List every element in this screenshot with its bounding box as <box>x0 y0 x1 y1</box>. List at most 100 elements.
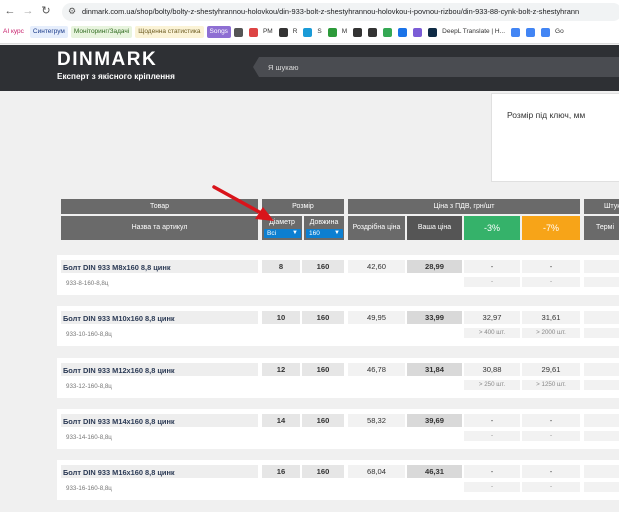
term-cell <box>584 277 619 287</box>
term-cell <box>584 431 619 441</box>
diameter-cell: 16 <box>262 465 300 478</box>
bookmark-favicon-icon[interactable] <box>383 27 393 37</box>
header-discount-3: -3% <box>464 216 520 240</box>
browser-chrome: ← → ↻ ⚙ dinmark.com.ua/shop/bolty/bolty-… <box>0 0 619 44</box>
bookmark-favicon-icon[interactable] <box>398 27 408 37</box>
length-cell: 160 <box>302 414 344 427</box>
forward-icon[interactable]: → <box>21 4 35 18</box>
discount-7-qty-note: - <box>522 431 580 441</box>
discount-3-qty-note: > 250 шт. <box>464 380 520 390</box>
bookmark-item[interactable]: Go <box>552 26 567 38</box>
product-name-link[interactable]: Болт DIN 933 M10x160 8,8 цинк <box>63 314 175 323</box>
header-price-vat: Ціна з ПДВ, грн/шт <box>348 199 580 214</box>
site-logo[interactable]: DINMARK <box>57 49 157 71</box>
bookmark-favicon-icon[interactable] <box>327 27 337 37</box>
length-select[interactable]: 160 ▼ <box>306 229 343 238</box>
bookmark-favicon-icon[interactable] <box>541 27 551 37</box>
bookmark-favicon-icon[interactable] <box>428 27 438 37</box>
pieces-input[interactable] <box>584 363 619 376</box>
site-info-icon[interactable]: ⚙ <box>68 6 80 18</box>
bookmark-item[interactable]: Щоденна статистика <box>135 26 204 38</box>
chevron-down-icon: ▼ <box>292 230 298 236</box>
tooltip-text: Розмір під ключ, мм <box>507 110 586 120</box>
pieces-input[interactable] <box>584 311 619 324</box>
header-discount-7: -7% <box>522 216 580 240</box>
product-code: 933-12-160-8,8ц <box>66 383 112 390</box>
header-product-sub: Назва та артикул <box>61 216 258 240</box>
bookmark-item[interactable]: Songs <box>206 26 231 38</box>
url-text: dinmark.com.ua/shop/bolty/bolty-z-shesty… <box>82 7 580 16</box>
length-cell: 160 <box>302 363 344 376</box>
discount-7-price-cell: 31,61 <box>522 311 580 324</box>
product-name-link[interactable]: Болт DIN 933 M14x160 8,8 цинк <box>63 417 175 426</box>
bookmark-favicon-icon[interactable] <box>248 27 258 37</box>
bookmark-favicon-icon[interactable] <box>233 27 243 37</box>
bookmarks-bar: AI курс Синтегрум Моніторинг/Задачі Щоденна… <box>0 26 619 40</box>
bookmark-favicon-icon[interactable] <box>303 27 313 37</box>
bookmark-item[interactable]: AI курс <box>0 26 27 38</box>
pieces-input[interactable] <box>584 414 619 427</box>
chevron-down-icon: ▼ <box>334 230 340 236</box>
your-price-cell: 39,69 <box>407 414 462 427</box>
retail-price-cell: 68,04 <box>348 465 405 478</box>
retail-price-cell: 58,32 <box>348 414 405 427</box>
reload-icon[interactable]: ↻ <box>39 4 53 18</box>
discount-3-qty-note: - <box>464 277 520 287</box>
discount-7-price-cell: - <box>522 414 580 427</box>
bookmark-item[interactable]: PM <box>260 26 276 38</box>
diameter-cell: 8 <box>262 260 300 273</box>
search-placeholder: Я шукаю <box>268 63 299 72</box>
bookmark-item[interactable]: DeepL Translate | H... <box>439 26 508 38</box>
diameter-select[interactable]: Всі ▼ <box>264 229 301 238</box>
product-code: 933-8-160-8,8ц <box>66 280 109 287</box>
header-size: Розмір <box>262 199 344 214</box>
length-cell: 160 <box>302 465 344 478</box>
term-cell <box>584 482 619 492</box>
bookmark-favicon-icon[interactable] <box>526 27 536 37</box>
size-tooltip: Розмір під ключ, мм <box>491 93 619 182</box>
product-name-link[interactable]: Болт DIN 933 M12x160 8,8 цинк <box>63 366 175 375</box>
discount-3-qty-note: - <box>464 482 520 492</box>
discount-3-qty-note: > 400 шт. <box>464 328 520 338</box>
address-row: ← → ↻ ⚙ dinmark.com.ua/shop/bolty/bolty-… <box>0 3 619 21</box>
header-pieces: Штук <box>584 199 619 214</box>
term-cell <box>584 380 619 390</box>
back-icon[interactable]: ← <box>3 4 17 18</box>
bookmark-favicon-icon[interactable] <box>353 27 363 37</box>
length-select-value: 160 <box>309 230 320 237</box>
header-retail: Роздрібна ціна <box>348 216 405 240</box>
product-name-link[interactable]: Болт DIN 933 M8x160 8,8 цинк <box>63 263 171 272</box>
pieces-input[interactable] <box>584 260 619 273</box>
bookmark-favicon-icon[interactable] <box>511 27 521 37</box>
url-bar[interactable]: ⚙ dinmark.com.ua/shop/bolty/bolty-z-shes… <box>62 3 619 21</box>
site-tagline: Експерт з якісного кріплення <box>57 72 175 81</box>
discount-7-price-cell: 29,61 <box>522 363 580 376</box>
product-name-link[interactable]: Болт DIN 933 M16x160 8,8 цинк <box>63 468 175 477</box>
your-price-cell: 28,99 <box>407 260 462 273</box>
discount-3-price-cell: - <box>464 465 520 478</box>
product-code: 933-14-160-8,8ц <box>66 434 112 441</box>
length-label: Довжина <box>309 219 339 226</box>
bookmark-item[interactable]: Синтегрум <box>29 26 68 38</box>
bookmark-favicon-icon[interactable] <box>413 27 423 37</box>
bookmark-favicon-icon[interactable] <box>278 27 288 37</box>
diameter-label: Діаметр <box>269 219 295 226</box>
discount-3-qty-note: - <box>464 431 520 441</box>
bookmark-item[interactable]: M <box>339 26 350 38</box>
search-input[interactable]: Я шукаю <box>253 57 619 77</box>
discount-7-qty-note: - <box>522 277 580 287</box>
pieces-input[interactable] <box>584 465 619 478</box>
diameter-cell: 10 <box>262 311 300 324</box>
bookmark-item[interactable]: S <box>314 26 324 38</box>
bookmark-favicon-icon[interactable] <box>368 27 378 37</box>
bookmark-item[interactable]: Моніторинг/Задачі <box>70 26 133 38</box>
retail-price-cell: 49,95 <box>348 311 405 324</box>
discount-3-price-cell: - <box>464 414 520 427</box>
discount-7-price-cell: - <box>522 465 580 478</box>
your-price-cell: 31,84 <box>407 363 462 376</box>
discount-7-qty-note: > 1250 шт. <box>522 380 580 390</box>
header-your-price: Ваша ціна <box>407 216 462 240</box>
bookmark-item[interactable]: R <box>290 26 301 38</box>
product-code: 933-10-160-8,8ц <box>66 331 112 338</box>
header-term: Термі <box>584 216 619 240</box>
